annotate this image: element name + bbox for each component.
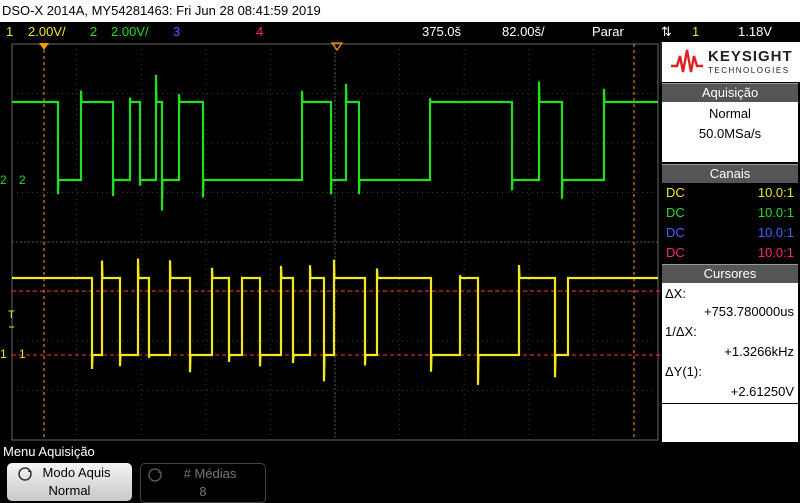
channel-row-3[interactable]: DC 10.0:1 xyxy=(666,223,794,242)
inverse-delta-x-label: 1/ΔX: xyxy=(665,324,697,339)
waveform-svg: 2 2 1 1 T xyxy=(0,42,660,442)
ch1-scale[interactable]: 2.00V/ xyxy=(28,22,66,42)
ch2-probe: 10.0:1 xyxy=(757,205,794,220)
ch2-level-marker[interactable]: 2 xyxy=(19,173,26,187)
channel-row-1[interactable]: DC 10.0:1 xyxy=(666,183,794,202)
acquisition-panel[interactable]: Normal 50.0MSa/s xyxy=(662,102,798,162)
delta-x-label: ΔX: xyxy=(665,286,686,301)
title-bar: DSO-X 2014A, MY54281463: Fri Jun 28 08:4… xyxy=(0,0,800,22)
cursors-panel-filler xyxy=(662,404,798,442)
softkey-averages-value: 8 xyxy=(199,484,207,499)
ch4-coupling: DC xyxy=(666,245,685,260)
ch3-number[interactable]: 3 xyxy=(173,22,180,42)
timebase-readout[interactable]: 375.0š xyxy=(422,22,461,42)
side-panel: KEYSIGHT TECHNOLOGIES Aquisição Normal 5… xyxy=(660,42,800,442)
ch1-coupling: DC xyxy=(666,185,685,200)
inverse-delta-x-value: +1.3266kHz xyxy=(724,344,794,359)
acquisition-header: Aquisição xyxy=(662,83,798,102)
ch1-number[interactable]: 1 xyxy=(6,22,13,42)
ch3-probe: 10.0:1 xyxy=(757,225,794,240)
ch1-ground-marker[interactable]: 1 xyxy=(0,347,7,361)
ch2-coupling: DC xyxy=(666,205,685,220)
softkey-averages-title: # Médias xyxy=(183,466,237,481)
acquisition-mode: Normal xyxy=(709,106,751,121)
channel-row-4[interactable]: DC 10.0:1 xyxy=(666,243,794,262)
waveform-display[interactable]: 2 2 1 1 T xyxy=(0,42,660,442)
ch2-number[interactable]: 2 xyxy=(90,22,97,42)
keysight-wave-icon xyxy=(671,49,703,73)
delta-y-label: ΔY(1): xyxy=(665,364,702,379)
softkey-mode-value: Normal xyxy=(48,483,91,498)
delta-x-value: +753.780000us xyxy=(703,304,794,319)
delta-y-value: +2.61250V xyxy=(730,384,794,399)
ch4-number[interactable]: 4 xyxy=(256,22,263,42)
instrument-title: DSO-X 2014A, MY54281463: Fri Jun 28 08:4… xyxy=(2,3,321,18)
acquisition-mode-softkey[interactable]: Modo Aquis Normal xyxy=(7,463,132,501)
trigger-level[interactable]: 1.18V xyxy=(738,22,772,42)
logo-brand: KEYSIGHT xyxy=(708,48,793,65)
ch3-coupling: DC xyxy=(666,225,685,240)
channels-panel[interactable]: DC 10.0:1 DC 10.0:1 DC 10.0:1 DC 10.0:1 xyxy=(662,183,798,263)
ch2-scale[interactable]: 2.00V/ xyxy=(111,22,149,42)
cursors-header: Cursores xyxy=(662,264,798,283)
delay-readout[interactable]: 82.00š/ xyxy=(502,22,545,42)
trigger-edge-icon: ⇅ xyxy=(661,24,672,39)
channel-row-2[interactable]: DC 10.0:1 xyxy=(666,203,794,222)
ch1-level-marker[interactable]: 1 xyxy=(19,347,26,361)
cursors-panel[interactable]: ΔX: +753.780000us 1/ΔX: +1.3266kHz ΔY(1)… xyxy=(662,283,798,403)
keysight-logo: KEYSIGHT TECHNOLOGIES xyxy=(660,42,800,82)
status-bar: 1 2.00V/ 2 2.00V/ 3 4 375.0š 82.00š/ Par… xyxy=(0,22,800,42)
channels-header: Canais xyxy=(662,164,798,183)
averages-softkey[interactable]: # Médias 8 xyxy=(140,463,266,503)
ch2-ground-marker[interactable]: 2 xyxy=(0,173,7,187)
run-state[interactable]: Parar xyxy=(592,22,624,42)
sample-rate: 50.0MSa/s xyxy=(698,126,762,141)
ch4-probe: 10.0:1 xyxy=(757,245,794,260)
trigger-source[interactable]: 1 xyxy=(692,22,699,42)
menu-title: Menu Aquisição xyxy=(3,444,95,459)
logo-subtitle: TECHNOLOGIES xyxy=(708,66,790,75)
ch1-probe: 10.0:1 xyxy=(757,185,794,200)
softkey-mode-title: Modo Aquis xyxy=(42,465,111,480)
trigger-level-marker[interactable]: T xyxy=(8,309,15,321)
